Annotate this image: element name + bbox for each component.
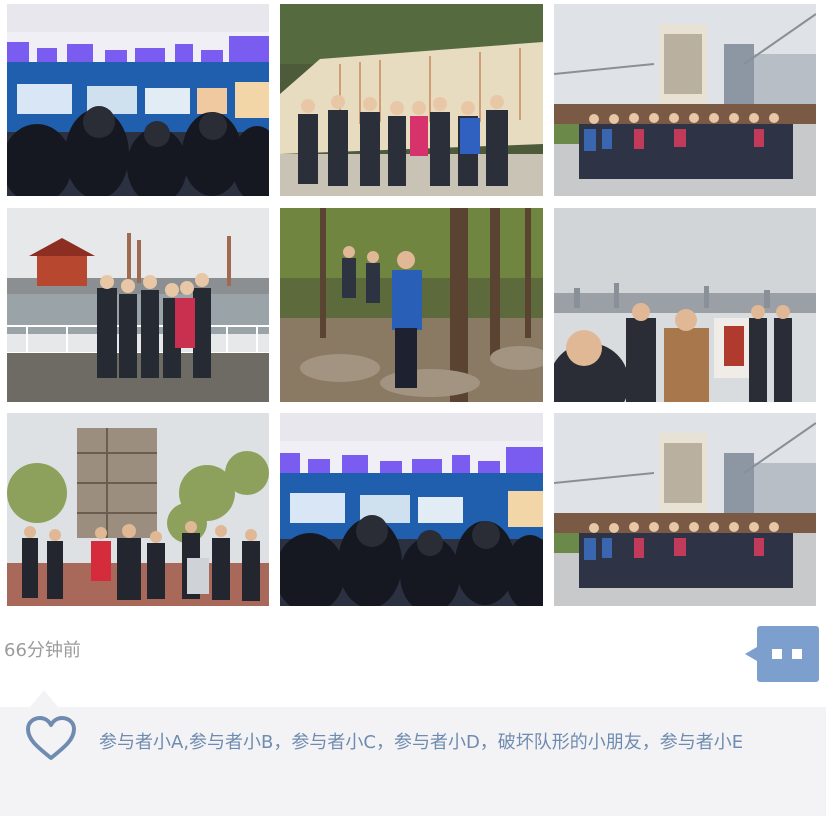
likes-panel-pointer [30,690,58,707]
photo-2-group-stone-wall[interactable] [280,4,543,196]
photo-9-group-building[interactable] [554,413,816,606]
photo-8-museum-exhibit[interactable] [280,413,543,606]
photo-grid [0,0,826,610]
photo-5-forest-hike[interactable] [280,208,543,402]
likes-list[interactable]: 参与者小A,参与者小B，参与者小C，参与者小D，破坏队形的小朋友，参与者小E [99,726,815,759]
photo-6-rooftop-city-view[interactable] [554,208,816,402]
comment-icon [745,626,819,682]
heart-outline-icon[interactable] [24,714,78,762]
likes-panel [0,707,826,816]
photo-4-pavilion-waterside[interactable] [7,208,269,402]
photo-3-group-building[interactable] [554,4,816,196]
post-timestamp: 66分钟前 [4,640,81,661]
comment-button[interactable] [745,626,819,682]
photo-1-museum-exhibit[interactable] [7,4,269,196]
photo-7-industrial-site[interactable] [7,413,269,606]
